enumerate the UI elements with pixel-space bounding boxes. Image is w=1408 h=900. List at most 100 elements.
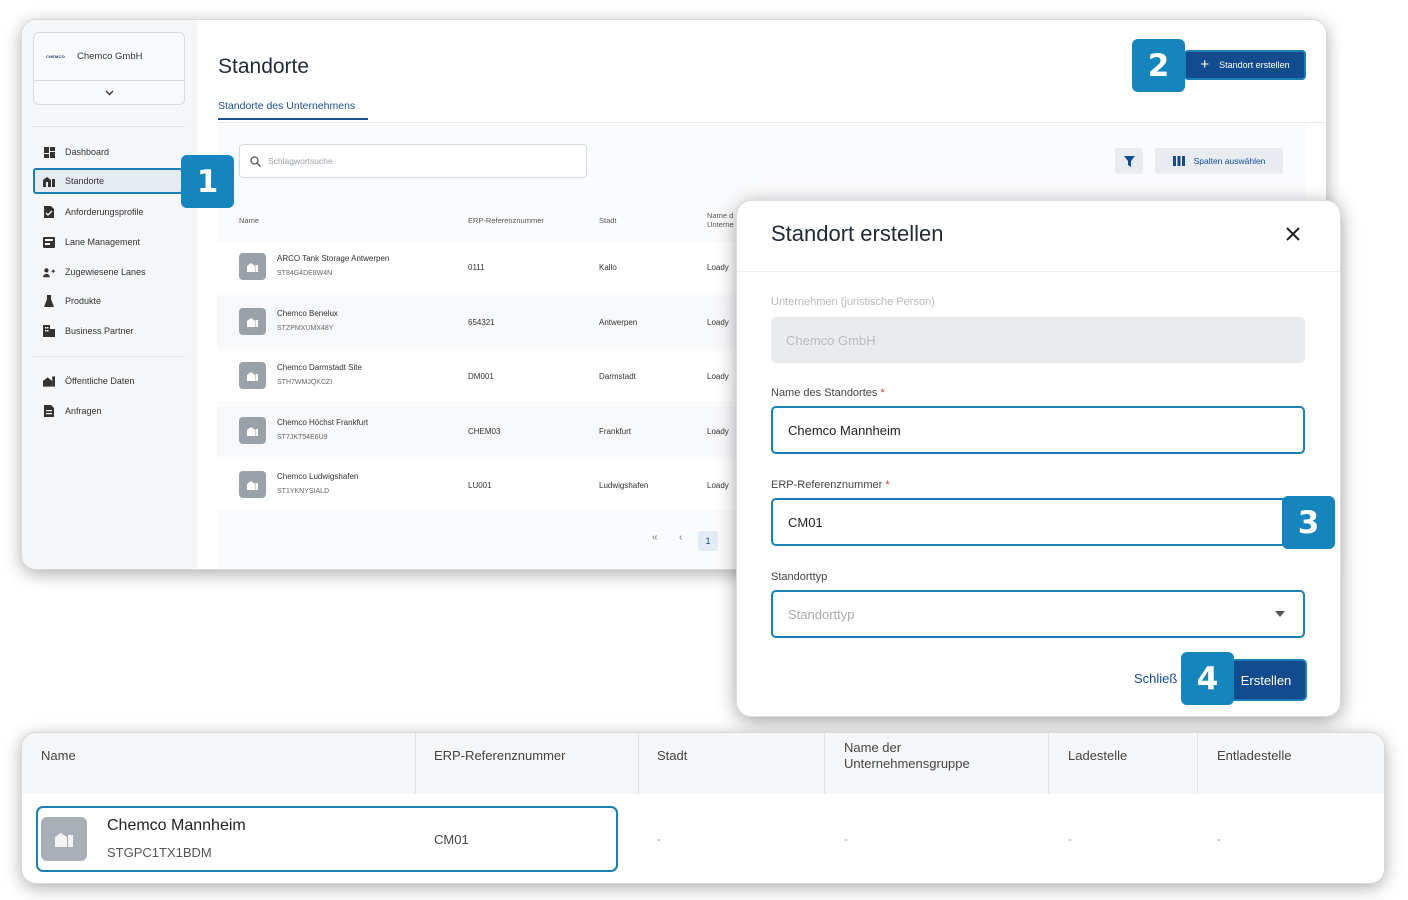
company-field-label: Unternehmen (juristische Person) <box>771 296 935 308</box>
create-location-dialog: Standort erstellen Unternehmen (juristis… <box>737 201 1340 716</box>
sidebar-item-standorte[interactable]: Standorte <box>33 168 183 194</box>
result-header-group[interactable]: Name der Unternehmensgruppe <box>844 740 970 772</box>
page-title: Standorte <box>218 55 310 78</box>
row-name: Chemco Höchst Frankfurt <box>277 418 369 427</box>
row-group: Loady <box>707 427 729 436</box>
sidebar-item-produkte[interactable]: Produkte <box>33 288 183 314</box>
tab-divider <box>218 122 1326 123</box>
flask-icon <box>43 295 55 307</box>
sidebar-item-label: Anfragen <box>65 406 102 416</box>
row-group: Loady <box>707 318 729 327</box>
sidebar-item-oeffentliche-daten[interactable]: Öffentliche Daten <box>33 368 183 394</box>
sidebar-item-label: Öffentliche Daten <box>65 376 135 386</box>
step-badge-1: 1 <box>181 155 234 208</box>
dashboard-icon <box>43 146 55 158</box>
sidebar-item-label: Dashboard <box>65 147 110 157</box>
step-badge-2: 2 <box>1132 39 1185 92</box>
location-type-placeholder: Standorttyp <box>788 606 855 622</box>
first-page-icon[interactable]: « <box>652 532 658 543</box>
row-id: STZPMXUMX48Y <box>277 325 334 332</box>
result-table: Name ERP-Referenznummer Stadt Name der U… <box>22 733 1384 883</box>
result-header-unloading[interactable]: Entladestelle <box>1217 748 1291 764</box>
new-location-row-highlight[interactable] <box>36 806 618 872</box>
column-separator <box>824 733 825 794</box>
location-name-input[interactable]: Chemco Mannheim <box>771 406 1305 454</box>
location-thumbnail-icon <box>239 253 266 280</box>
column-header-erp[interactable]: ERP-Referenznummer <box>468 216 544 225</box>
result-header-name[interactable]: Name <box>41 748 76 764</box>
column-header-city[interactable]: Stadt <box>599 216 617 225</box>
location-thumbnail-icon <box>239 308 266 335</box>
row-city: Ludwigshafen <box>599 481 649 490</box>
result-header-erp[interactable]: ERP-Referenznummer <box>434 748 566 764</box>
row-name: ARCO Tank Storage Antwerpen <box>277 254 390 263</box>
erp-reference-label: ERP-Referenznummer * <box>771 479 890 491</box>
close-icon[interactable] <box>1282 223 1304 245</box>
row-id: ST84G4DE8W4N <box>277 270 333 277</box>
company-switcher[interactable]: CHEMCO Chemco GmbH <box>33 32 185 105</box>
row-city: Darmstadt <box>599 372 636 381</box>
row-name: Chemco Benelux <box>277 309 338 318</box>
sidebar-item-business-partner[interactable]: Business Partner <box>33 318 183 344</box>
current-page[interactable]: 1 <box>698 531 718 551</box>
row-id: ST1YKNYSIALD <box>277 488 330 495</box>
row-erp: CHEM03 <box>468 427 501 436</box>
sidebar-divider <box>33 126 185 127</box>
result-location-id: STGPC1TX1BDM <box>107 845 212 860</box>
result-table-header <box>22 733 1384 794</box>
sidebar-item-anfragen[interactable]: Anfragen <box>33 398 183 424</box>
result-header-city[interactable]: Stadt <box>657 748 687 764</box>
sidebar-divider <box>33 356 185 357</box>
select-columns-label: Spalten auswählen <box>1193 156 1266 166</box>
filter-button[interactable] <box>1115 148 1143 174</box>
sidebar-item-anforderungsprofile[interactable]: Anforderungsprofile <box>33 199 183 225</box>
column-separator <box>415 733 416 794</box>
column-header-name[interactable]: Name <box>239 216 259 225</box>
company-name: Chemco GmbH <box>77 51 143 62</box>
building-icon <box>43 325 55 337</box>
result-erp: CM01 <box>434 832 469 847</box>
create-location-button[interactable]: + Standort erstellen <box>1184 50 1306 80</box>
row-name: Chemco Ludwigshafen <box>277 472 359 481</box>
row-group: Loady <box>707 372 729 381</box>
filter-icon <box>1123 155 1135 167</box>
chevron-down-icon[interactable] <box>34 81 184 105</box>
request-doc-icon <box>43 405 55 417</box>
location-type-label: Standorttyp <box>771 571 828 583</box>
assigned-users-icon <box>43 266 55 278</box>
column-header-group[interactable]: Name d Unterne <box>707 211 734 229</box>
prev-page-icon[interactable]: ‹ <box>679 532 682 543</box>
sidebar-item-label: Standorte <box>65 176 105 186</box>
create-location-label: Standort erstellen <box>1219 60 1290 70</box>
search-input[interactable]: Schlagwortsuche <box>239 144 587 178</box>
location-type-select[interactable]: Standorttyp <box>771 590 1305 638</box>
row-group: Loady <box>707 481 729 490</box>
row-erp: 654321 <box>468 318 495 327</box>
result-unloading: - <box>1217 832 1221 846</box>
erp-reference-input[interactable]: CM01 <box>771 498 1305 546</box>
column-separator <box>1048 733 1049 794</box>
company-field: Chemco GmbH <box>771 317 1305 363</box>
result-group: - <box>844 832 848 846</box>
result-loading: - <box>1068 832 1072 846</box>
public-data-icon <box>43 375 55 387</box>
sidebar-item-lane-management[interactable]: Lane Management <box>33 229 183 255</box>
result-city: - <box>657 832 661 846</box>
location-name-label: Name des Standortes * <box>771 387 885 399</box>
location-icon <box>43 175 55 187</box>
company-field-value: Chemco GmbH <box>786 332 876 348</box>
profile-doc-icon <box>43 206 55 218</box>
sidebar-item-zugewiesene-lanes[interactable]: Zugewiesene Lanes <box>33 259 183 285</box>
row-city: Kallo <box>599 263 617 272</box>
sidebar-item-dashboard[interactable]: Dashboard <box>33 139 183 165</box>
tab-standorte-des-unternehmens[interactable]: Standorte des Unternehmens <box>218 100 355 112</box>
step-badge-4: 4 <box>1181 652 1234 705</box>
result-header-loading[interactable]: Ladestelle <box>1068 748 1127 764</box>
sidebar-item-label: Anforderungsprofile <box>65 207 144 217</box>
location-name-value: Chemco Mannheim <box>788 422 901 438</box>
row-city: Frankfurt <box>599 427 632 436</box>
cancel-button[interactable]: Schließ <box>1134 671 1177 686</box>
dropdown-arrow-icon <box>1275 611 1285 617</box>
location-thumbnail-icon <box>239 471 266 498</box>
select-columns-button[interactable]: Spalten auswählen <box>1155 148 1283 174</box>
